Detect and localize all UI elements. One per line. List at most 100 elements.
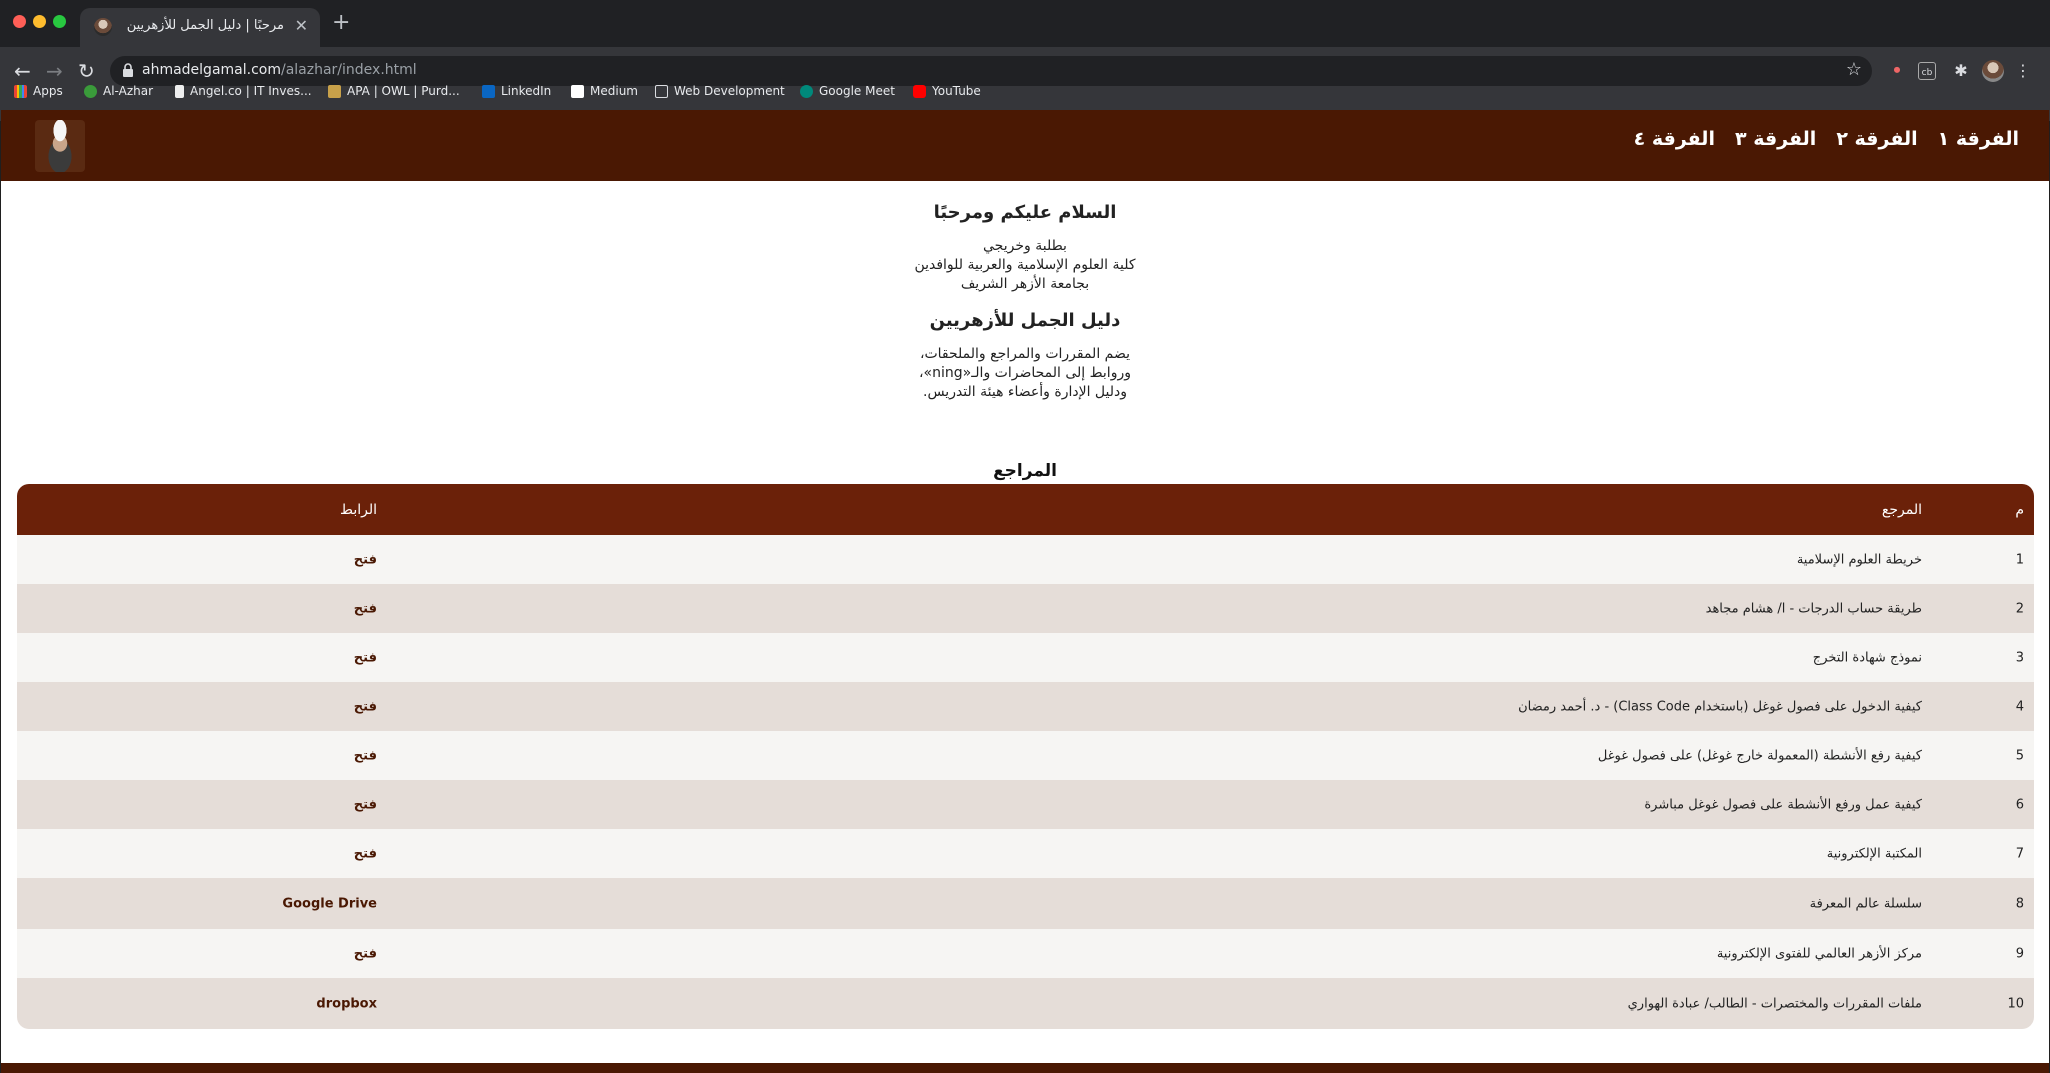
lock-icon xyxy=(123,63,133,77)
header-num: م xyxy=(2015,501,2024,518)
row-reference: نموذج شهادة التخرج xyxy=(1812,650,1922,665)
row-reference: ملفات المقررات والمختصرات - الطالب/ عباد… xyxy=(1627,996,1922,1011)
browser-titlebar: مرحبًا | دليل الجمل للأزهريين ✕ + xyxy=(0,0,2050,47)
window-close-button[interactable] xyxy=(13,15,26,28)
table-row: 1 خريطة العلوم الإسلامية فتح xyxy=(17,535,2034,584)
row-num: 10 xyxy=(2007,996,2024,1011)
bookmark-apa-owl[interactable]: APA | OWL | Purd... xyxy=(328,84,460,98)
bookmark-web-development[interactable]: Web Development xyxy=(655,84,785,98)
nav-year-3[interactable]: الفرقة ٣ xyxy=(1735,128,1816,150)
table-row: 4 كيفية الدخول على فصول غوغل (باستخدام C… xyxy=(17,682,2034,731)
table-row: 8 سلسلة عالم المعرفة Google Drive xyxy=(17,878,2034,929)
bookmark-al-azhar[interactable]: Al-Azhar xyxy=(84,84,153,98)
greeting-heading: السلام عليكم ومرحبًا xyxy=(933,202,1117,223)
guide-title: دليل الجمل للأزهريين xyxy=(929,310,1121,331)
bookmark-youtube[interactable]: YouTube xyxy=(913,84,981,98)
intro-line: كلية العلوم الإسلامية والعربية للوافدين xyxy=(914,257,1136,273)
tab-close-icon[interactable]: ✕ xyxy=(295,16,308,35)
row-link[interactable]: فتح xyxy=(354,946,377,961)
intro-line: بجامعة الأزهر الشريف xyxy=(960,276,1090,292)
references-title: المراجع xyxy=(993,461,1057,481)
guide-line: وروابط إلى المحاضرات والـ«ning»، xyxy=(919,365,1131,381)
web-page: الفرقة ١ الفرقة ٢ الفرقة ٣ الفرقة ٤ السل… xyxy=(1,110,2049,1073)
owl-icon xyxy=(328,84,341,98)
extension-cast-icon[interactable]: ⏺ xyxy=(1886,60,1908,82)
row-link[interactable]: فتح xyxy=(354,748,377,763)
row-reference: كيفية عمل ورفع الأنشطة على فصول غوغل مبا… xyxy=(1644,797,1922,812)
bookmark-angel[interactable]: Angel.co | IT Inves... xyxy=(175,84,312,98)
header-link: الرابط xyxy=(340,501,377,518)
row-num: 4 xyxy=(2015,699,2024,714)
nav-year-4[interactable]: الفرقة ٤ xyxy=(1634,128,1715,150)
row-reference: مركز الأزهر العالمي للفتوى الإلكترونية xyxy=(1716,946,1922,961)
bookmark-star-icon[interactable]: ☆ xyxy=(1846,59,1862,80)
intro-section: السلام عليكم ومرحبًا بطلبة وخريجي كلية ا… xyxy=(1,202,2049,402)
profile-avatar-icon[interactable] xyxy=(1982,60,2004,82)
row-reference: كيفية رفع الأنشطة (المعمولة خارج غوغل) ع… xyxy=(1597,748,1922,763)
linkedin-icon xyxy=(482,84,495,98)
row-num: 9 xyxy=(2015,946,2024,961)
row-link[interactable]: dropbox xyxy=(316,996,377,1011)
row-reference: طريقة حساب الدرجات - ا/ هشام مجاهد xyxy=(1705,601,1922,616)
new-tab-icon[interactable]: + xyxy=(332,10,350,35)
row-link[interactable]: فتح xyxy=(354,552,377,567)
window-maximize-button[interactable] xyxy=(53,15,66,28)
row-link[interactable]: فتح xyxy=(354,797,377,812)
bookmark-medium[interactable]: Medium xyxy=(571,84,638,98)
table-row: 3 نموذج شهادة التخرج فتح xyxy=(17,633,2034,682)
row-num: 2 xyxy=(2015,601,2024,616)
row-link[interactable]: فتح xyxy=(354,699,377,714)
folder-icon xyxy=(655,84,668,98)
extension-cb-icon[interactable]: cb xyxy=(1918,62,1936,80)
header-reference: المرجع xyxy=(1881,501,1922,518)
nav-year-1[interactable]: الفرقة ١ xyxy=(1938,128,2019,150)
browser-tab[interactable]: مرحبًا | دليل الجمل للأزهريين ✕ xyxy=(80,8,320,47)
row-reference: المكتبة الإلكترونية xyxy=(1826,846,1922,861)
row-num: 6 xyxy=(2015,797,2024,812)
guide-line: يضم المقررات والمراجع والملحقات، xyxy=(919,346,1131,362)
site-footer-strip xyxy=(1,1063,2049,1073)
al-azhar-icon xyxy=(84,84,97,98)
table-header-row: م المرجع الرابط xyxy=(17,484,2034,535)
apps-grid-icon xyxy=(14,84,27,98)
table-row: 9 مركز الأزهر العالمي للفتوى الإلكترونية… xyxy=(17,929,2034,978)
row-num: 3 xyxy=(2015,650,2024,665)
google-meet-icon xyxy=(800,84,813,98)
row-num: 5 xyxy=(2015,748,2024,763)
site-logo-avatar[interactable] xyxy=(35,120,85,172)
table-row: 5 كيفية رفع الأنشطة (المعمولة خارج غوغل)… xyxy=(17,731,2034,780)
intro-line: بطلبة وخريجي xyxy=(983,238,1067,254)
row-num: 1 xyxy=(2015,552,2024,567)
row-reference: خريطة العلوم الإسلامية xyxy=(1796,552,1922,567)
bookmarks-bar: Apps Al-Azhar Angel.co | IT Inves... APA… xyxy=(0,80,2050,106)
window-minimize-button[interactable] xyxy=(33,15,46,28)
youtube-icon xyxy=(913,84,926,98)
table-row: 7 المكتبة الإلكترونية فتح xyxy=(17,829,2034,878)
extensions-puzzle-icon[interactable]: ✱ xyxy=(1950,60,1972,82)
table-row: 10 ملفات المقررات والمختصرات - الطالب/ ع… xyxy=(17,978,2034,1029)
row-reference: سلسلة عالم المعرفة xyxy=(1809,896,1922,911)
angel-icon xyxy=(175,84,184,98)
guide-line: ودليل الإدارة وأعضاء هيئة التدريس. xyxy=(923,384,1127,400)
tab-title: مرحبًا | دليل الجمل للأزهريين xyxy=(126,18,284,33)
favicon-icon xyxy=(94,18,112,36)
references-table: م المرجع الرابط 1 خريطة العلوم الإسلامية… xyxy=(17,484,2034,1029)
browser-menu-icon[interactable]: ⋮ xyxy=(2012,60,2034,82)
row-link[interactable]: Google Drive xyxy=(282,896,377,911)
table-row: 2 طريقة حساب الدرجات - ا/ هشام مجاهد فتح xyxy=(17,584,2034,633)
bookmark-linkedin[interactable]: LinkedIn xyxy=(482,84,551,98)
medium-icon xyxy=(571,84,584,98)
url-text: ahmadelgamal.com/alazhar/index.html xyxy=(142,62,417,78)
row-num: 7 xyxy=(2015,846,2024,861)
row-link[interactable]: فتح xyxy=(354,650,377,665)
row-link[interactable]: فتح xyxy=(354,846,377,861)
site-header: الفرقة ١ الفرقة ٢ الفرقة ٣ الفرقة ٤ xyxy=(1,110,2049,181)
bookmark-apps[interactable]: Apps xyxy=(14,84,63,98)
row-reference: كيفية الدخول على فصول غوغل (باستخدام Cla… xyxy=(1518,699,1922,714)
row-num: 8 xyxy=(2015,896,2024,911)
nav-year-2[interactable]: الفرقة ٢ xyxy=(1836,128,1917,150)
table-row: 6 كيفية عمل ورفع الأنشطة على فصول غوغل م… xyxy=(17,780,2034,829)
site-nav: الفرقة ١ الفرقة ٢ الفرقة ٣ الفرقة ٤ xyxy=(1634,128,2019,150)
row-link[interactable]: فتح xyxy=(354,601,377,616)
bookmark-google-meet[interactable]: Google Meet xyxy=(800,84,895,98)
